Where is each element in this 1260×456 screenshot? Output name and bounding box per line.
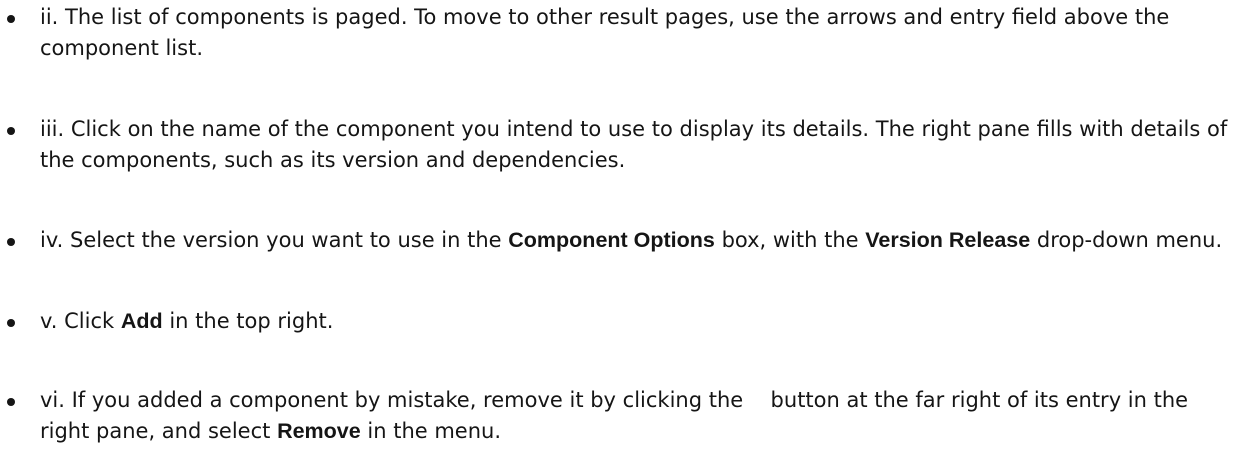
list-item: iv. Select the version you want to use i… bbox=[0, 225, 1260, 256]
step-text-part: vi. If you added a component by mistake,… bbox=[40, 388, 750, 412]
list-item: iii. Click on the name of the component … bbox=[0, 114, 1260, 176]
step-text: iii. Click on the name of the component … bbox=[40, 117, 1228, 172]
ui-label-remove: Remove bbox=[277, 419, 361, 443]
list-item: vi. If you added a component by mistake,… bbox=[0, 385, 1260, 447]
list-item: ii. The list of components is paged. To … bbox=[0, 2, 1260, 64]
ui-label-component-options: Component Options bbox=[508, 228, 715, 252]
step-text: v. Click Add in the top right. bbox=[40, 306, 1240, 337]
step-text-part: drop-down menu. bbox=[1030, 228, 1223, 252]
document-body: ii. The list of components is paged. To … bbox=[0, 0, 1260, 456]
bullet-icon bbox=[7, 398, 15, 406]
bullet-icon bbox=[7, 319, 15, 327]
step-text-part: in the top right. bbox=[162, 309, 334, 333]
list-item: v. Click Add in the top right. bbox=[0, 306, 1260, 337]
step-text: vi. If you added a component by mistake,… bbox=[40, 385, 1240, 447]
step-text: iv. Select the version you want to use i… bbox=[40, 225, 1240, 256]
step-text-part: iv. Select the version you want to use i… bbox=[40, 228, 509, 252]
step-text-part: in the menu. bbox=[360, 419, 502, 443]
step-text: ii. The list of components is paged. To … bbox=[40, 5, 1170, 60]
ui-label-add: Add bbox=[120, 309, 163, 333]
step-text-part: v. Click bbox=[40, 309, 121, 333]
bullet-icon bbox=[7, 15, 15, 23]
bullet-icon bbox=[7, 127, 15, 135]
bullet-icon bbox=[7, 238, 15, 246]
step-text-part: box, with the bbox=[714, 228, 866, 252]
ui-label-version-release: Version Release bbox=[865, 228, 1031, 252]
